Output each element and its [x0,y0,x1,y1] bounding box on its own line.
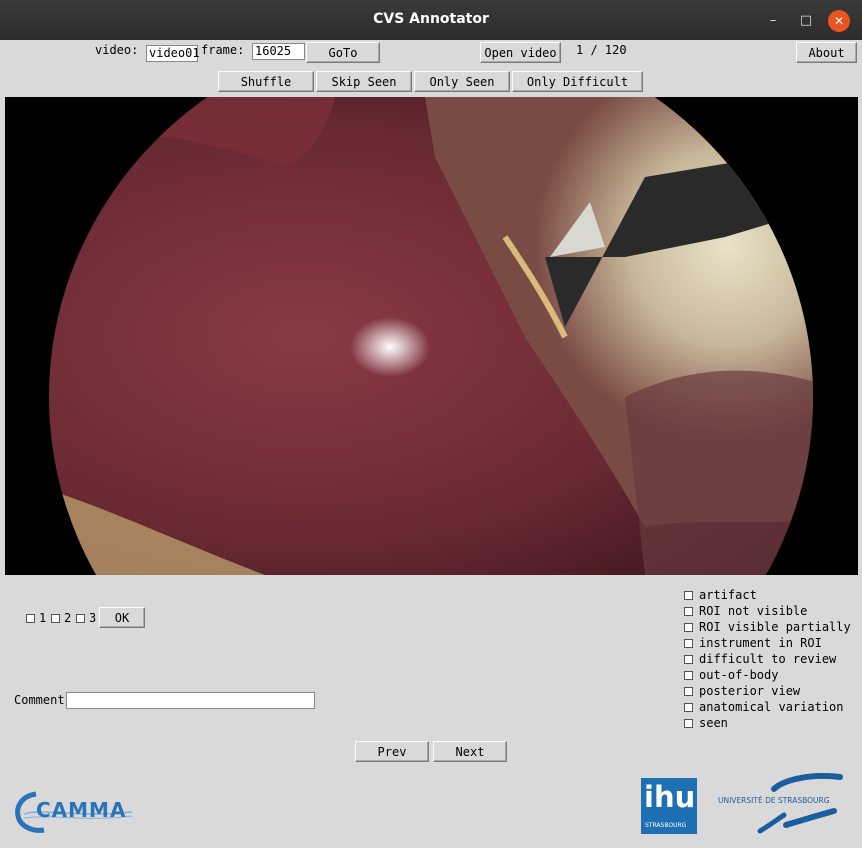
frame-input[interactable]: 16025 [252,43,305,60]
anatomical-variation-checkbox[interactable] [684,703,693,712]
artifact-label: artifact [699,588,757,602]
frame-label: frame: [201,43,245,57]
instrument-in-roi-checkbox[interactable] [684,639,693,648]
seen-label: seen [699,716,728,730]
video-input[interactable]: video01 [146,45,200,62]
minimize-icon[interactable]: – [762,10,784,32]
difficult-to-review-checkbox[interactable] [684,655,693,664]
goto-button[interactable]: GoTo [306,42,380,63]
seen-checkbox[interactable] [684,719,693,728]
criterion-1-checkbox[interactable] [26,614,35,623]
maximize-icon[interactable]: □ [795,10,817,32]
camma-logo: CAMMA [14,788,138,836]
out-of-body-checkbox[interactable] [684,671,693,680]
shuffle-button[interactable]: Shuffle [218,71,314,92]
frame-counter: 1 / 120 [576,43,627,57]
difficult-to-review-label: difficult to review [699,652,837,666]
criterion-3-checkbox[interactable] [76,614,85,623]
out-of-body-label: out-of-body [699,668,779,682]
roi-visible-partially-label: ROI visible partially [699,620,851,634]
criterion-3-label: 3 [89,611,97,625]
instrument-in-roi-label: instrument in ROI [699,636,822,650]
video-label: video: [95,43,139,57]
comment-input[interactable] [66,692,315,709]
window-title: CVS Annotator [373,11,489,27]
next-button[interactable]: Next [433,741,507,762]
roi-not-visible-checkbox[interactable] [684,607,693,616]
app-window: CVS Annotator – □ ✕ video: video01 frame… [0,0,862,848]
roi-not-visible-label: ROI not visible [699,604,808,618]
comment-label: Comment [14,693,65,707]
criterion-2-checkbox[interactable] [51,614,60,623]
prev-button[interactable]: Prev [355,741,429,762]
video-frame[interactable] [5,97,858,575]
posterior-view-label: posterior view [699,684,801,698]
criterion-1-label: 1 [39,611,47,625]
close-icon[interactable]: ✕ [828,10,850,32]
unistra-logo: UNIVERSITÉ DE STRASBOURG [716,772,850,835]
only-difficult-button[interactable]: Only Difficult [512,71,643,92]
only-seen-button[interactable]: Only Seen [414,71,510,92]
open-video-button[interactable]: Open video [480,42,561,63]
ihu-logo-subtext: STRASBOURG [645,822,687,829]
posterior-view-checkbox[interactable] [684,687,693,696]
endoscopic-image [49,97,813,575]
anatomical-variation-label: anatomical variation [699,700,844,714]
title-bar: CVS Annotator – □ ✕ [0,0,862,40]
criterion-2-label: 2 [64,611,72,625]
roi-visible-partially-checkbox[interactable] [684,623,693,632]
ihu-logo: ihu STRASBOURG [641,778,697,834]
about-button[interactable]: About [796,42,857,63]
camma-logo-text: CAMMA [36,798,127,822]
artifact-checkbox[interactable] [684,591,693,600]
ihu-logo-text: ihu [644,780,696,814]
skip-seen-button[interactable]: Skip Seen [316,71,412,92]
unistra-logo-text: UNIVERSITÉ DE STRASBOURG [718,796,830,805]
ok-button[interactable]: OK [99,607,145,628]
